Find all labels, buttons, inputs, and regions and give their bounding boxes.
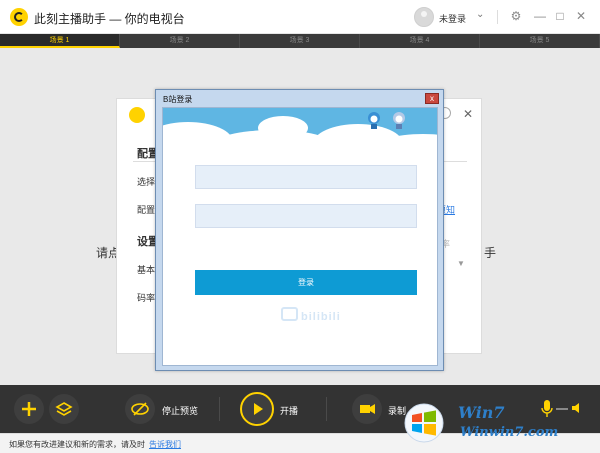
tab-scene-4[interactable]: 场景 4 (360, 34, 480, 48)
stop-preview-label[interactable]: 停止预览 (162, 404, 198, 417)
avatar[interactable] (414, 7, 434, 27)
login-status[interactable]: 未登录 (439, 12, 466, 25)
speaker-icon[interactable] (570, 400, 586, 416)
tab-scene-2[interactable]: 场景 2 (120, 34, 240, 48)
play-icon (254, 403, 263, 415)
add-source-button[interactable] (14, 394, 44, 424)
minimize-button[interactable]: — (532, 8, 548, 24)
tab-scene-3[interactable]: 场景 3 (240, 34, 360, 48)
record-label[interactable]: 录制 (388, 404, 406, 417)
camera-icon (360, 404, 375, 414)
stop-preview-button[interactable] (125, 394, 155, 424)
feedback-text: 如果您有改进建议和新的需求，请及时 (9, 440, 145, 449)
prompt-text-right: 手 (484, 246, 497, 260)
title-bar: 此刻主播助手 — 你的电视台 未登录 ⌄ ⚙ — □ ✕ (0, 0, 600, 34)
bilibili-login-dialog: B站登录 x 登录 bilibili (155, 89, 444, 371)
login-button[interactable]: 登录 (195, 270, 417, 295)
close-button[interactable]: ✕ (573, 8, 589, 24)
status-bar: 如果您有改进建议和新的需求，请及时 告诉我们 (0, 433, 600, 453)
scene-tabs: 场景 1 场景 2 场景 3 场景 4 场景 5 (0, 34, 600, 48)
bottom-toolbar: 停止预览 开播 录制 (0, 385, 600, 433)
mascot-22-icon (368, 112, 380, 129)
layers-button[interactable] (49, 394, 79, 424)
config-label-basic: 基本 (137, 265, 156, 275)
start-live-button[interactable] (240, 392, 274, 426)
eye-off-icon (131, 402, 149, 416)
config-label-config: 配置 (137, 205, 156, 215)
toolbar-divider (326, 397, 327, 421)
toolbar-divider (219, 397, 220, 421)
app-title: 此刻主播助手 — 你的电视台 (34, 12, 185, 26)
mic-volume-slider[interactable] (556, 408, 568, 410)
dropdown-arrow-icon[interactable]: ▼ (457, 259, 465, 268)
gear-icon[interactable]: ⚙ (508, 8, 524, 24)
chevron-down-icon[interactable]: ⌄ (476, 9, 484, 20)
layers-icon (55, 402, 73, 416)
cloud-shape (258, 116, 308, 140)
feedback-link[interactable]: 告诉我们 (149, 439, 181, 450)
tab-scene-5[interactable]: 场景 5 (480, 34, 600, 48)
record-button[interactable] (352, 394, 382, 424)
app-logo-icon (10, 8, 28, 26)
plus-icon (22, 402, 36, 416)
config-logo-icon (129, 107, 145, 123)
mascot-33-icon (393, 112, 405, 129)
start-live-label[interactable]: 开播 (280, 404, 298, 417)
config-label-select: 选择 (137, 177, 156, 187)
dialog-title: B站登录 (163, 95, 193, 104)
microphone-icon[interactable] (540, 399, 554, 419)
username-input[interactable] (195, 165, 417, 189)
config-label-bitrate: 码率 (137, 293, 156, 303)
maximize-button[interactable]: □ (552, 8, 568, 24)
dialog-body: 登录 bilibili (162, 107, 438, 366)
tab-scene-1[interactable]: 场景 1 (0, 34, 120, 48)
dialog-close-button[interactable]: x (425, 93, 439, 104)
title-divider (497, 10, 498, 24)
config-close-icon[interactable]: ✕ (463, 107, 473, 121)
password-input[interactable] (195, 204, 417, 228)
bilibili-logo: bilibili (281, 307, 341, 323)
